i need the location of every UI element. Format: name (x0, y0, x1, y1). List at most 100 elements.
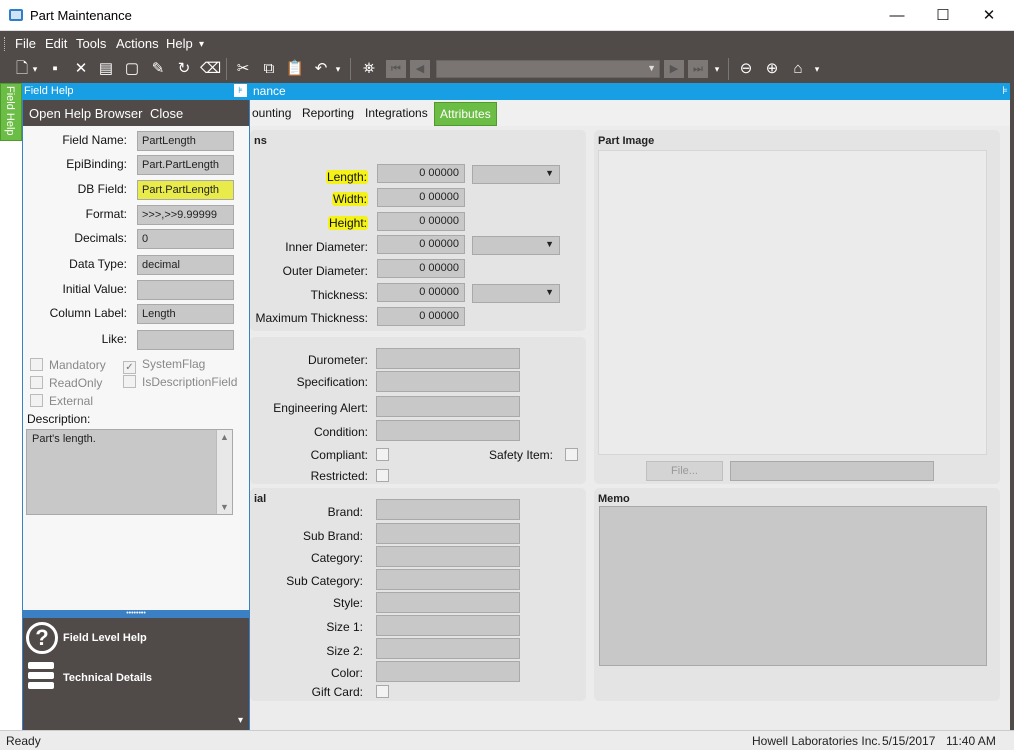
field-help-tab[interactable]: Field Help (0, 83, 22, 141)
undo-icon[interactable]: ↶ (311, 59, 331, 79)
condition-label: Condition: (313, 425, 368, 439)
home-icon[interactable]: ⌂ (788, 59, 808, 79)
right-edge (1010, 83, 1014, 730)
sub-brand-field[interactable] (376, 523, 520, 544)
attach-icon[interactable]: ✎ (148, 59, 168, 79)
system-flag-checkbox[interactable]: ✓ SystemFlag (123, 357, 205, 374)
category-field[interactable] (376, 546, 520, 567)
external-checkbox[interactable]: External (30, 394, 93, 408)
read-only-checkbox[interactable]: ReadOnly (30, 376, 102, 390)
decimals-value[interactable]: 0 (137, 229, 234, 249)
technical-details-link[interactable]: Technical Details (63, 672, 152, 684)
clear-icon[interactable]: ⌫ (200, 59, 221, 79)
open-help-browser-button[interactable]: Open Help Browser (29, 106, 142, 121)
epibinding-value[interactable]: Part.PartLength (137, 155, 234, 175)
size2-field[interactable] (376, 638, 520, 659)
nav-dropdown-icon[interactable]: ▾ (712, 59, 722, 79)
delete-icon[interactable]: ✕ (71, 59, 91, 79)
color-field[interactable] (376, 661, 520, 682)
form-header: nance ⊧ (250, 83, 1014, 100)
width-field[interactable]: 0 00000 (377, 188, 465, 207)
copy-icon[interactable]: ⧉ (259, 59, 279, 79)
close-button[interactable]: ✕ (966, 0, 1012, 31)
field-level-help-link[interactable]: Field Level Help (63, 632, 147, 644)
menu-file[interactable]: File (15, 36, 36, 51)
data-type-value[interactable]: decimal (137, 255, 234, 275)
height-field[interactable]: 0 00000 (377, 212, 465, 231)
new-icon[interactable]: 🗋 (12, 59, 32, 79)
refresh-icon[interactable]: ↻ (174, 59, 194, 79)
file-button[interactable]: File... (646, 461, 723, 481)
undo-dropdown-icon[interactable]: ▾ (333, 59, 343, 79)
first-icon[interactable]: ⏮ (386, 60, 406, 78)
length-field[interactable]: 0 00000 (377, 164, 465, 183)
style-field[interactable] (376, 592, 520, 613)
save-icon[interactable]: ▪ (45, 59, 65, 79)
restricted-checkbox[interactable] (376, 469, 389, 482)
initial-value-value[interactable] (137, 280, 234, 300)
field-name-value[interactable]: PartLength (137, 131, 234, 151)
tab-integrations[interactable]: Integrations (365, 106, 428, 120)
menu-help[interactable]: Help (166, 36, 193, 51)
menu-edit[interactable]: Edit (45, 36, 67, 51)
is-description-field-checkbox[interactable]: IsDescriptionField (123, 375, 237, 389)
new-dropdown-icon[interactable]: ▾ (30, 59, 40, 79)
description-scrollbar[interactable]: ▲ ▼ (216, 430, 232, 514)
tab-attributes[interactable]: Attributes (434, 102, 497, 126)
toolbar-overflow-icon[interactable]: ▾ (812, 59, 822, 79)
back-icon[interactable]: ⊖ (736, 59, 756, 79)
dimensions-panel: ns Length: 0 00000 ▼ Width: 0 00000 Heig… (250, 130, 586, 331)
column-label-value[interactable]: Length (137, 304, 234, 324)
db-field-value[interactable]: Part.PartLength (137, 180, 234, 200)
splitter-handle[interactable]: •••••••• (23, 610, 249, 618)
compliant-label: Compliant: (310, 448, 368, 462)
record-selector[interactable]: ▼ (436, 60, 660, 78)
pin-icon[interactable]: ⊧ (1002, 84, 1008, 97)
compliant-checkbox[interactable] (376, 448, 389, 461)
menu-tools[interactable]: Tools (76, 36, 106, 51)
tab-accounting[interactable]: ounting (252, 106, 291, 120)
format-value[interactable]: >>>,>>9.99999 (137, 205, 234, 225)
safety-item-checkbox[interactable] (565, 448, 578, 461)
inner-diameter-field[interactable]: 0 00000 (377, 235, 465, 254)
maximize-button[interactable]: ☐ (920, 0, 966, 31)
engineering-alert-field[interactable] (376, 396, 520, 417)
thickness-uom-select[interactable]: ▼ (472, 284, 560, 303)
last-icon[interactable]: ⏭ (688, 60, 708, 78)
description-field[interactable]: Part's length. ▲ ▼ (26, 429, 233, 515)
field-help-close-button[interactable]: Close (150, 106, 183, 121)
length-uom-select[interactable]: ▼ (472, 165, 560, 184)
menu-actions[interactable]: Actions (116, 36, 159, 51)
durometer-field[interactable] (376, 348, 520, 369)
memo-field[interactable] (599, 506, 987, 666)
cut-icon[interactable]: ✂ (233, 59, 253, 79)
paste-icon[interactable]: 📋 (285, 59, 305, 79)
sub-category-field[interactable] (376, 569, 520, 590)
blank-icon[interactable]: ▢ (122, 59, 142, 79)
forward-icon[interactable]: ⊕ (762, 59, 782, 79)
thickness-field[interactable]: 0 00000 (377, 283, 465, 302)
condition-field[interactable] (376, 420, 520, 441)
tab-reporting[interactable]: Reporting (302, 106, 354, 120)
prev-icon[interactable]: ◀ (410, 60, 430, 78)
scroll-down-icon[interactable]: ▼ (220, 502, 229, 512)
book-icon[interactable]: ▤ (96, 59, 116, 79)
image-path-field[interactable] (730, 461, 934, 481)
data-type-label: Data Type: (69, 257, 127, 271)
size1-field[interactable] (376, 615, 520, 636)
binoculars-icon[interactable]: ⛯ (359, 59, 379, 79)
scroll-up-icon[interactable]: ▲ (220, 432, 229, 442)
expand-down-icon[interactable]: ▾ (238, 715, 243, 726)
next-icon[interactable]: ▶ (664, 60, 684, 78)
max-thickness-field[interactable]: 0 00000 (377, 307, 465, 326)
minimize-button[interactable]: — (874, 0, 920, 31)
brand-field[interactable] (376, 499, 520, 520)
mandatory-checkbox[interactable]: Mandatory (30, 358, 106, 372)
field-help-pin-icon[interactable]: ⊧ (234, 84, 247, 97)
like-value[interactable] (137, 330, 234, 350)
specification-field[interactable] (376, 371, 520, 392)
inner-diameter-uom-select[interactable]: ▼ (472, 236, 560, 255)
gift-card-checkbox[interactable] (376, 685, 389, 698)
outer-diameter-field[interactable]: 0 00000 (377, 259, 465, 278)
menu-overflow-icon[interactable]: ▾ (199, 39, 204, 50)
